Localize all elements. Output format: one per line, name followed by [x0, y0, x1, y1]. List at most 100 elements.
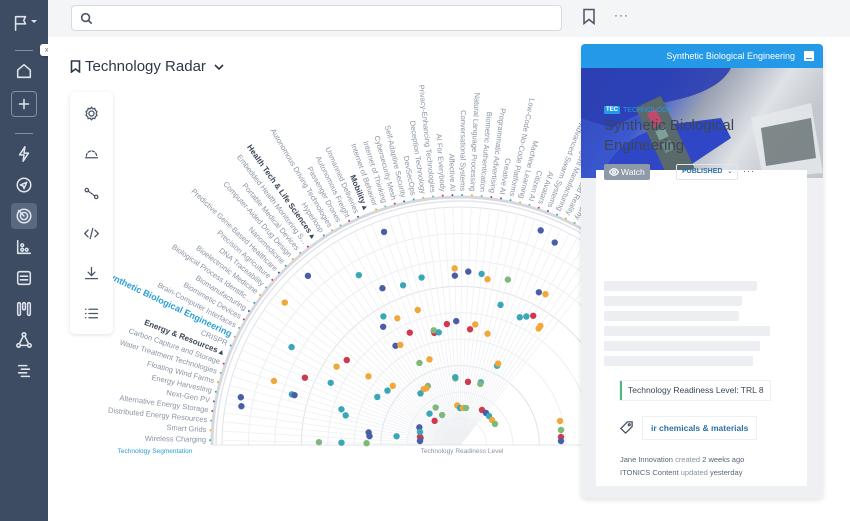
technology-point[interactable] — [338, 406, 345, 413]
technology-point[interactable] — [342, 412, 349, 419]
technology-point[interactable] — [384, 387, 391, 394]
technology-point[interactable] — [497, 301, 504, 309]
technology-point[interactable] — [338, 439, 345, 446]
segmentation-label[interactable]: Technology Segmentation — [118, 448, 193, 455]
technology-point[interactable] — [477, 380, 484, 388]
technology-point[interactable] — [452, 373, 459, 381]
technology-point[interactable] — [426, 410, 433, 417]
technology-point[interactable] — [443, 320, 451, 328]
technology-point[interactable] — [399, 282, 407, 289]
technology-point[interactable] — [537, 322, 544, 330]
technology-point[interactable] — [556, 417, 564, 425]
technology-point[interactable] — [438, 411, 446, 419]
technology-point[interactable] — [466, 326, 474, 333]
technology-point[interactable] — [315, 439, 323, 446]
tag-chip[interactable]: ir chemicals & materials — [642, 416, 758, 440]
label-marker — [348, 219, 351, 222]
technology-point[interactable] — [366, 432, 373, 440]
technology-point[interactable] — [333, 363, 340, 370]
technology-point[interactable] — [380, 313, 387, 320]
technology-point[interactable] — [551, 239, 558, 246]
technology-point[interactable] — [291, 391, 298, 399]
technology-point[interactable] — [374, 393, 381, 401]
technology-point[interactable] — [417, 390, 424, 397]
watch-button[interactable]: Watch — [604, 164, 650, 180]
technology-point[interactable] — [557, 437, 565, 445]
more-options-button[interactable]: ··· — [614, 8, 629, 22]
technology-point[interactable] — [301, 374, 309, 381]
card-more-button[interactable]: ··· — [743, 166, 755, 176]
technology-point[interactable] — [355, 271, 363, 279]
technology-point[interactable] — [426, 356, 433, 363]
technology-point[interactable] — [380, 228, 388, 236]
technology-point[interactable] — [416, 428, 424, 436]
radar-view-button[interactable] — [81, 143, 101, 163]
technology-point[interactable] — [465, 268, 472, 275]
technology-point[interactable] — [484, 276, 491, 283]
technology-point[interactable] — [363, 439, 370, 447]
embed-button[interactable] — [81, 223, 101, 243]
technology-point[interactable] — [523, 313, 530, 320]
bookmark-button[interactable] — [582, 8, 598, 26]
technology-point[interactable] — [432, 404, 439, 411]
technology-point[interactable] — [423, 385, 430, 392]
technology-point[interactable] — [394, 315, 401, 322]
label-marker — [422, 196, 425, 199]
technology-point[interactable] — [414, 306, 421, 314]
label-marker — [499, 197, 502, 200]
settings-button[interactable] — [81, 103, 101, 123]
technology-point[interactable] — [535, 289, 543, 296]
technology-point[interactable] — [504, 276, 512, 283]
technology-point[interactable] — [238, 403, 245, 410]
download-button[interactable] — [81, 263, 101, 283]
technology-point[interactable] — [389, 382, 396, 390]
technology-point[interactable] — [537, 227, 544, 234]
technology-point[interactable] — [237, 394, 245, 401]
technology-point[interactable] — [462, 404, 470, 412]
technology-point[interactable] — [542, 290, 549, 298]
technology-point[interactable] — [288, 343, 295, 351]
technology-point[interactable] — [397, 341, 404, 349]
label-marker — [238, 326, 241, 329]
technology-point[interactable] — [451, 272, 459, 279]
technology-point[interactable] — [491, 420, 499, 428]
technology-point[interactable] — [393, 433, 400, 440]
technology-label[interactable]: Conversational Systems — [458, 110, 468, 191]
technology-point[interactable] — [472, 321, 479, 328]
technology-point[interactable] — [418, 274, 425, 281]
label-marker — [210, 419, 213, 422]
technology-point[interactable] — [343, 356, 350, 364]
technology-point[interactable] — [451, 265, 458, 272]
technology-point[interactable] — [478, 270, 485, 278]
list-view-button[interactable] — [81, 303, 101, 323]
technology-point[interactable] — [270, 377, 278, 385]
technology-label[interactable]: Affective AI — [447, 154, 457, 192]
status-dropdown[interactable]: PUBLISHED ⌄ — [676, 164, 739, 180]
technology-point[interactable] — [379, 285, 386, 292]
technology-point[interactable] — [406, 329, 413, 336]
minimize-icon[interactable] — [804, 51, 814, 61]
technology-point[interactable] — [416, 437, 424, 445]
technology-point[interactable] — [453, 317, 460, 325]
technology-point[interactable] — [281, 299, 288, 306]
technology-point[interactable] — [379, 323, 387, 330]
page-title[interactable]: Technology Radar — [70, 58, 224, 75]
technology-point[interactable] — [365, 373, 372, 380]
technology-label[interactable]: Smart Grids — [166, 423, 207, 434]
radar-spoke — [459, 247, 582, 446]
label-marker — [412, 198, 415, 201]
technology-point[interactable] — [431, 417, 438, 425]
technology-point[interactable] — [435, 329, 442, 336]
connections-button[interactable] — [81, 183, 101, 203]
technology-point[interactable] — [484, 330, 491, 337]
page-title-text: Technology Radar — [85, 58, 206, 75]
technology-point[interactable] — [416, 359, 423, 367]
technology-point[interactable] — [516, 314, 523, 321]
technology-label[interactable]: Wireless Charging — [145, 434, 206, 444]
technology-point[interactable] — [557, 426, 565, 434]
technology-point[interactable] — [327, 379, 334, 386]
technology-point[interactable] — [530, 312, 537, 319]
technology-point[interactable] — [464, 378, 472, 386]
technology-point[interactable] — [494, 360, 502, 367]
technology-point[interactable] — [304, 272, 312, 280]
